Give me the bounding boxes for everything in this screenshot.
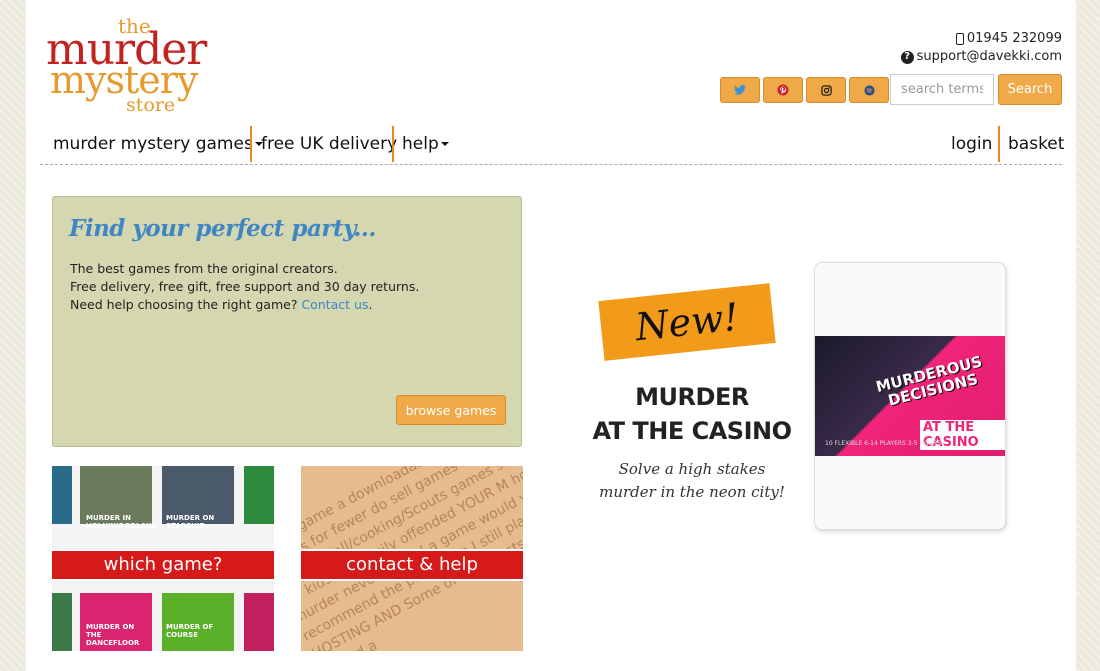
hero-line-3-suffix: . xyxy=(368,297,373,312)
game-thumb: MURDER ON STARSHIP xyxy=(162,466,234,530)
nav-games-label: murder mystery games xyxy=(53,134,253,154)
twitter-button[interactable] xyxy=(720,77,760,103)
store-logo[interactable]: the murder mystery store xyxy=(46,14,226,116)
nav-free-uk-delivery[interactable]: free UK delivery xyxy=(261,128,397,160)
game-thumb xyxy=(244,466,274,524)
hero-line-2: Free delivery, free gift, free support a… xyxy=(70,279,420,294)
search-button[interactable]: Search xyxy=(998,74,1062,105)
main-nav: murder mystery games free UK delivery he… xyxy=(40,124,1064,165)
hero-panel: Find your perfect party... The best game… xyxy=(52,196,522,447)
game-thumb-label: MURDER ON THE DANCEFLOOR xyxy=(86,623,140,647)
new-badge: New! xyxy=(598,283,776,361)
promo-title-line-2: AT THE CASINO xyxy=(592,417,792,445)
product-box-image[interactable]: MURDEROUS DECISIONS AT THE CASINO 10 FLE… xyxy=(814,262,1006,530)
instagram-button[interactable] xyxy=(806,77,846,103)
game-thumb: MURDER OF COURSE xyxy=(162,593,234,651)
game-thumb xyxy=(244,593,274,651)
nav-login[interactable]: login xyxy=(951,128,992,160)
nav-basket[interactable]: basket xyxy=(1008,128,1064,160)
product-box-artwork: MURDEROUS DECISIONS AT THE CASINO 10 FLE… xyxy=(815,336,1005,456)
instagram-icon xyxy=(820,84,832,96)
nav-murder-mystery-games[interactable]: murder mystery games xyxy=(53,128,263,160)
box-meta: 10 FLEXIBLE 6-14 PLAYERS 3-5 HOURS xyxy=(825,440,942,447)
nav-divider xyxy=(250,126,252,162)
promo-title: MURDER AT THE CASINO xyxy=(586,380,798,448)
pinterest-button[interactable] xyxy=(763,77,803,103)
game-thumb xyxy=(52,593,72,651)
support-email[interactable]: support@davekki.com xyxy=(917,48,1062,66)
logo-store: store xyxy=(126,94,176,116)
hero-title: Find your perfect party... xyxy=(69,215,376,242)
promo-title-line-1: MURDER xyxy=(635,383,749,411)
nav-delivery-label: free UK delivery xyxy=(261,134,398,154)
contact-us-link[interactable]: Contact us xyxy=(301,297,368,312)
contact-help-tile[interactable]: boxed game a downloadable game do sell g… xyxy=(301,466,523,651)
contact-help-label: contact & help xyxy=(301,549,523,581)
hero-line-3-prefix: Need help choosing the right game? xyxy=(70,297,298,312)
promo-tagline-line-2: murder in the neon city! xyxy=(599,483,785,501)
nav-basket-label: basket xyxy=(1008,134,1065,154)
nav-divider xyxy=(998,126,1000,162)
promo-tagline: Solve a high stakes murder in the neon c… xyxy=(586,458,798,504)
game-thumb-label: MURDER OF COURSE xyxy=(166,623,214,639)
pinterest-icon xyxy=(777,84,789,96)
search-input[interactable] xyxy=(890,74,994,105)
spotify-icon xyxy=(863,84,875,96)
game-thumb: MURDER IN HOLLYWOODLAND xyxy=(80,466,158,530)
caret-down-icon xyxy=(440,142,449,146)
box-title: MURDEROUS DECISIONS xyxy=(874,352,984,410)
hero-line-1: The best games from the original creator… xyxy=(70,261,338,276)
phone-icon xyxy=(955,33,964,45)
hero-line-3: Need help choosing the right game? Conta… xyxy=(70,296,419,314)
social-buttons xyxy=(720,77,889,103)
phone-number[interactable]: 01945 232099 xyxy=(967,30,1062,48)
new-product-promo[interactable]: New! MURDER AT THE CASINO Solve a high s… xyxy=(586,262,1046,532)
twitter-icon xyxy=(734,85,746,95)
which-game-label: which game? xyxy=(52,549,274,581)
logo-mystery: mystery xyxy=(50,58,198,102)
nav-divider xyxy=(392,126,394,162)
page: the murder mystery store 01945 232099 ? … xyxy=(26,0,1076,671)
nav-login-label: login xyxy=(951,134,993,154)
spotify-button[interactable] xyxy=(849,77,889,103)
nav-help[interactable]: help xyxy=(402,128,449,160)
which-game-tile[interactable]: MURDER IN HOLLYWOODLAND MURDER ON STARSH… xyxy=(52,466,274,651)
promo-tagline-line-1: Solve a high stakes xyxy=(618,460,766,478)
question-circle-icon: ? xyxy=(900,50,914,64)
game-thumb: MURDER ON THE DANCEFLOOR xyxy=(80,593,152,651)
nav-help-label: help xyxy=(402,134,439,154)
game-thumb xyxy=(52,466,72,524)
contact-info: 01945 232099 ? support@davekki.com xyxy=(900,30,1062,66)
game-thumb-label: MURDER IN HOLLYWOODLAND xyxy=(86,514,158,530)
game-thumb-label: MURDER ON STARSHIP xyxy=(166,514,215,530)
hero-text: The best games from the original creator… xyxy=(70,260,419,314)
browse-games-button[interactable]: browse games xyxy=(396,395,506,425)
